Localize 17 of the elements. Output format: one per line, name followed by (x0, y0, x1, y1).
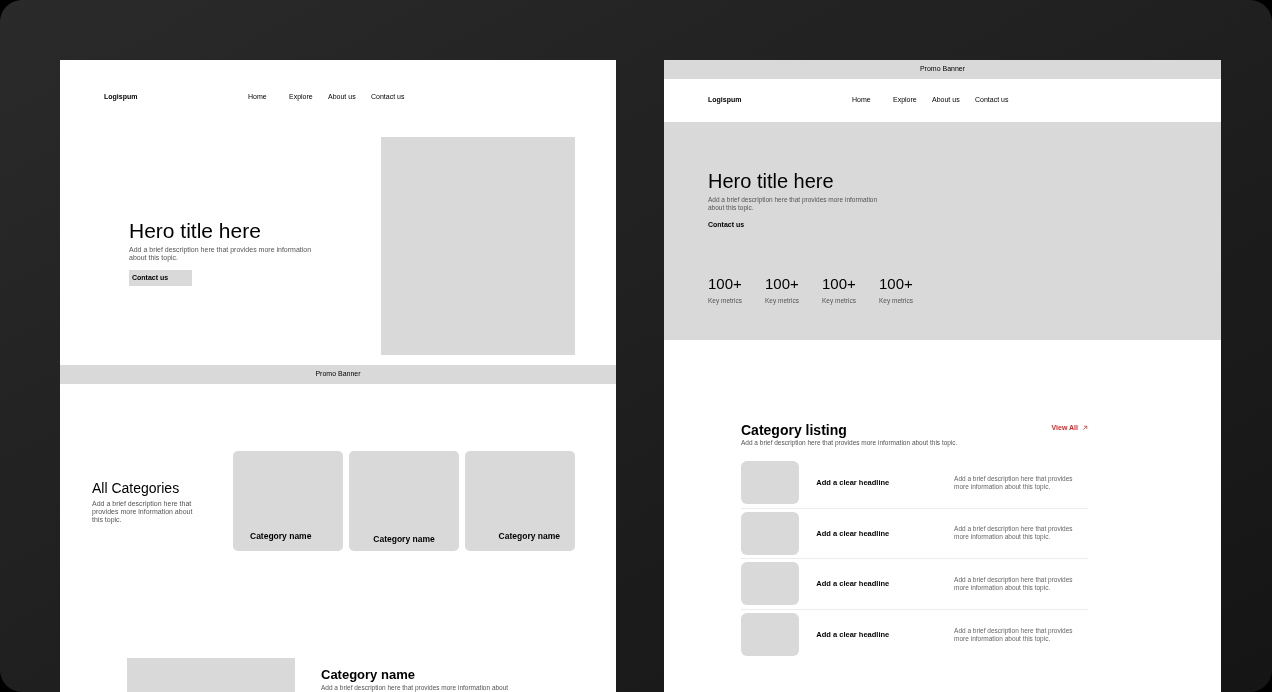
category-name: Category name (373, 533, 435, 546)
section-title: Category listing (741, 422, 848, 439)
hero-title: Hero title here (129, 219, 261, 243)
section-title: All Categories (92, 478, 181, 497)
arrow-up-right-icon (1082, 425, 1088, 432)
metric-value: 100+ (765, 274, 800, 293)
metric-value: 100+ (822, 274, 857, 293)
feature-title: Category name (321, 667, 416, 683)
hero-title: Hero title here (708, 170, 834, 193)
image-placeholder (741, 613, 800, 657)
metric-value: 100+ (708, 274, 743, 293)
category-name: Category name (498, 530, 560, 543)
image-placeholder (741, 511, 800, 555)
metric-value: 100+ (879, 274, 914, 293)
image-placeholder (741, 562, 800, 606)
category-name: Category name (250, 530, 312, 543)
image-placeholder (741, 461, 800, 505)
